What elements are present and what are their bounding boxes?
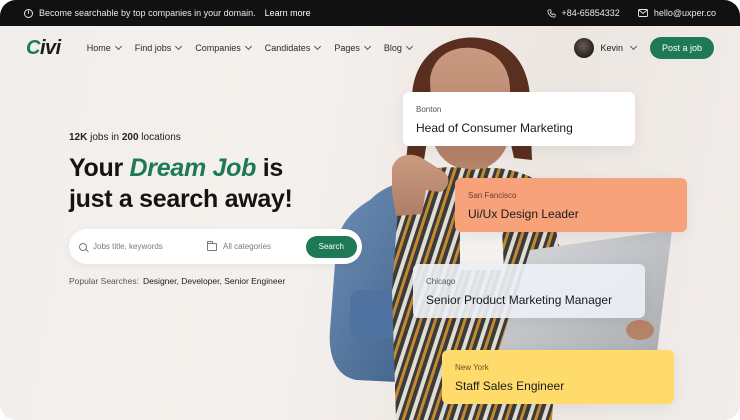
job-card[interactable]: Bonton Head of Consumer Marketing bbox=[403, 92, 635, 146]
job-card[interactable]: San Fancisco Ui/Ux Design Leader bbox=[455, 178, 687, 232]
folder-icon bbox=[207, 240, 217, 251]
phone-icon bbox=[546, 8, 556, 18]
nav-companies[interactable]: Companies bbox=[195, 42, 252, 53]
keywords-input[interactable]: Jobs title, keywords bbox=[79, 242, 207, 251]
phone-number: +84-65854332 bbox=[561, 8, 620, 18]
popular-label: Popular Searches: bbox=[69, 276, 139, 286]
popular-terms[interactable]: Designer, Developer, Senior Engineer bbox=[143, 276, 285, 286]
logo-initial: C bbox=[26, 36, 40, 59]
nav-home[interactable]: Home bbox=[87, 42, 122, 53]
hero-title-accent: Dream Job bbox=[129, 154, 257, 182]
category-select[interactable]: All categories bbox=[207, 240, 272, 251]
mail-icon bbox=[637, 9, 648, 17]
job-city: San Fancisco bbox=[468, 191, 517, 200]
top-bar: i Become searchable by top companies in … bbox=[0, 0, 740, 26]
chevron-down-icon bbox=[114, 42, 122, 51]
page-frame: i Become searchable by top companies in … bbox=[0, 0, 740, 420]
email-address: hello@uxper.co bbox=[653, 8, 716, 18]
announcement: i Become searchable by top companies in … bbox=[24, 8, 311, 18]
civi-logo[interactable]: Civi bbox=[26, 37, 61, 60]
job-city: New York bbox=[455, 363, 489, 372]
jobs-count: 12K jobs in 200 locations bbox=[69, 132, 181, 143]
chevron-down-icon bbox=[244, 42, 252, 51]
job-role: Head of Consumer Marketing bbox=[416, 121, 573, 135]
job-role: Senior Product Marketing Manager bbox=[426, 293, 613, 307]
info-icon: i bbox=[24, 8, 33, 18]
announcement-text: Become searchable by top companies in yo… bbox=[39, 8, 256, 18]
popular-searches: Popular Searches: Designer, Developer, Se… bbox=[69, 276, 285, 286]
job-city: Bonton bbox=[416, 105, 442, 114]
category-value: All categories bbox=[223, 242, 272, 251]
job-search-bar: Jobs title, keywords All categories Sear… bbox=[69, 229, 362, 264]
nav-find-jobs[interactable]: Find jobs bbox=[135, 42, 183, 53]
job-city: Chicago bbox=[426, 277, 456, 286]
job-role: Ui/Ux Design Leader bbox=[468, 207, 579, 221]
chevron-down-icon bbox=[175, 42, 183, 51]
hero-title: Your Dream Job is just a search away! bbox=[69, 154, 293, 213]
search-button[interactable]: Search bbox=[305, 235, 357, 258]
job-card[interactable]: Chicago Senior Product Marketing Manager bbox=[413, 264, 645, 318]
email-contact[interactable]: hello@uxper.co bbox=[637, 8, 716, 18]
search-icon bbox=[79, 242, 87, 251]
keywords-placeholder: Jobs title, keywords bbox=[93, 242, 163, 251]
learn-more-link[interactable]: Learn more bbox=[265, 8, 311, 18]
logo-rest: ivi bbox=[39, 36, 61, 59]
hero-section: 12K jobs in 200 locations Your Dream Job… bbox=[69, 132, 293, 215]
phone-contact[interactable]: +84-65854332 bbox=[546, 8, 620, 18]
job-card[interactable]: New York Staff Sales Engineer bbox=[442, 350, 674, 404]
job-role: Staff Sales Engineer bbox=[455, 379, 565, 393]
